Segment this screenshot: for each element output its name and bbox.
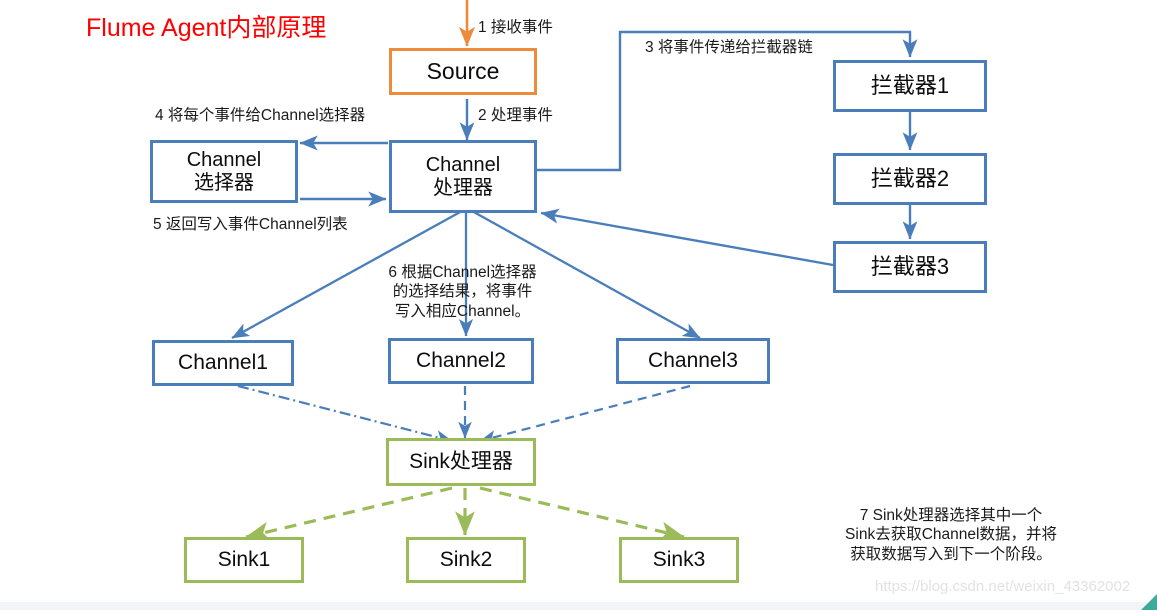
annotation-step-3: 3 将事件传递给拦截器链 <box>645 39 813 56</box>
node-sink-1[interactable]: Sink1 <box>184 537 304 583</box>
edge-channel3-to-sink-processor <box>479 384 691 444</box>
edge-sink-processor-to-sink1 <box>245 486 453 542</box>
annotation-step-4: 4 将每个事件给Channel选择器 <box>155 107 366 124</box>
node-channel-selector-label-line1: Channel <box>186 149 262 172</box>
edge-interceptor3-to-channel-processor <box>540 208 834 267</box>
node-interceptor-2[interactable]: 拦截器2 <box>833 153 987 205</box>
annotation-step-7: 7 Sink处理器选择其中一个 Sink去获取Channel数据，并将 获取数据… <box>806 506 1096 564</box>
node-interceptor-3[interactable]: 拦截器3 <box>833 241 987 293</box>
node-interceptor-1-label: 拦截器1 <box>870 72 950 98</box>
node-source-label: Source <box>426 57 500 84</box>
node-channel-processor-label-line1: Channel <box>425 154 501 177</box>
node-sink-1-label: Sink1 <box>217 548 271 572</box>
node-channel-2[interactable]: Channel2 <box>388 338 534 384</box>
annotation-step-6: 6 根据Channel选择器 的选择结果，将事件 写入相应Channel。 <box>355 263 570 321</box>
corner-fold-decoration <box>1141 594 1157 610</box>
watermark: https://blog.csdn.net/weixin_43362002 <box>875 578 1131 595</box>
node-interceptor-2-label: 拦截器2 <box>870 165 950 191</box>
node-sink-2-label: Sink2 <box>439 548 493 572</box>
edge-channel1-to-sink-processor <box>237 384 453 444</box>
annotation-step-1: 1 接收事件 <box>478 19 553 36</box>
node-channel-2-label: Channel2 <box>416 349 506 373</box>
node-sink-3-label: Sink3 <box>652 548 706 572</box>
node-channel-3[interactable]: Channel3 <box>616 338 770 384</box>
node-channel-processor[interactable]: Channel 处理器 <box>389 140 537 213</box>
annotation-step-7-line3: 获取数据写入到下一个阶段。 <box>850 545 1052 563</box>
node-channel-selector-label-line2: 选择器 <box>194 171 254 194</box>
node-sink-processor-label: Sink处理器 <box>409 450 513 474</box>
annotation-step-7-line2: Sink去获取Channel数据，并将 <box>845 526 1057 544</box>
node-channel-1[interactable]: Channel1 <box>152 340 294 386</box>
bottom-strip <box>0 602 1157 610</box>
annotation-step-7-line1: 7 Sink处理器选择其中一个 <box>859 507 1043 524</box>
node-sink-processor[interactable]: Sink处理器 <box>386 438 536 486</box>
node-channel-selector[interactable]: Channel 选择器 <box>150 140 298 203</box>
node-sink-2[interactable]: Sink2 <box>406 537 526 583</box>
annotation-step-5: 5 返回写入事件Channel列表 <box>153 216 348 233</box>
node-channel-1-label: Channel1 <box>178 351 268 375</box>
node-interceptor-3-label: 拦截器3 <box>870 253 950 279</box>
node-channel-3-label: Channel3 <box>648 349 738 373</box>
page-title: Flume Agent内部原理 <box>86 14 327 42</box>
node-interceptor-1[interactable]: 拦截器1 <box>833 60 987 112</box>
annotation-step-6-line2: 的选择结果，将事件 <box>392 283 533 301</box>
annotation-step-2: 2 处理事件 <box>478 107 553 124</box>
node-channel-processor-label-line2: 处理器 <box>433 176 493 199</box>
annotation-step-6-line3: 写入相应Channel。 <box>394 302 531 320</box>
edge-sink-processor-to-sink3 <box>479 486 685 542</box>
annotation-step-6-line1: 6 根据Channel选择器 <box>388 264 537 281</box>
node-sink-3[interactable]: Sink3 <box>619 537 739 583</box>
diagram-canvas: Flume Agent内部原理 Source Channel 选择器 Chann… <box>0 0 1157 610</box>
node-source[interactable]: Source <box>389 48 537 95</box>
